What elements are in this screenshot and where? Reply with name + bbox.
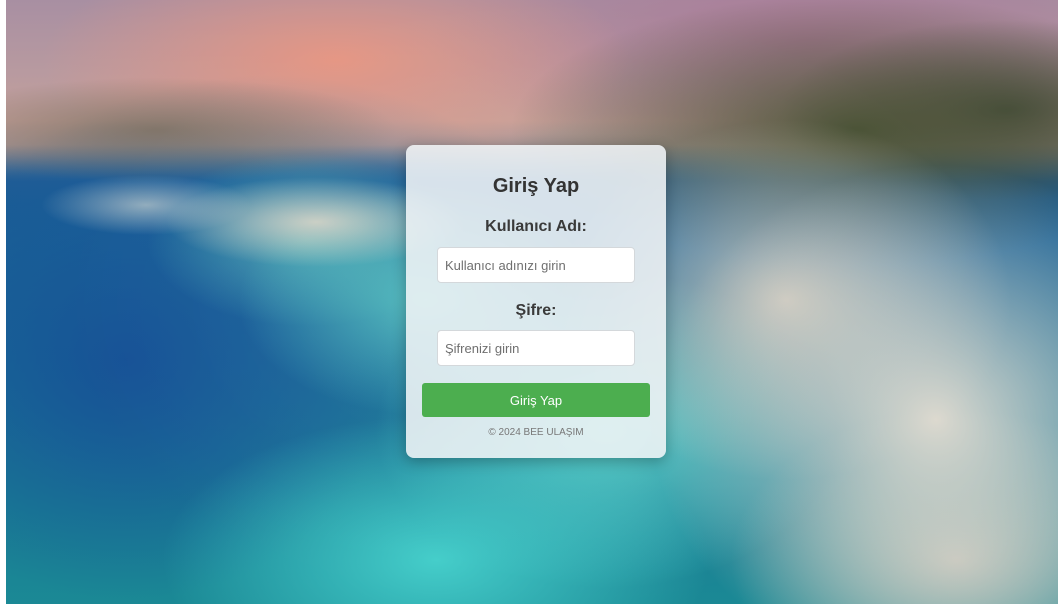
login-card: Giriş Yap Kullanıcı Adı: Şifre: Giriş Ya… bbox=[406, 145, 666, 458]
copyright-footer: © 2024 BEE ULAŞIM bbox=[488, 427, 584, 438]
login-button[interactable]: Giriş Yap bbox=[422, 383, 650, 417]
username-label: Kullanıcı Adı: bbox=[485, 218, 587, 235]
login-title: Giriş Yap bbox=[492, 175, 580, 197]
password-input[interactable] bbox=[437, 330, 635, 366]
username-input[interactable] bbox=[437, 247, 635, 283]
password-label: Şifre: bbox=[515, 302, 557, 319]
